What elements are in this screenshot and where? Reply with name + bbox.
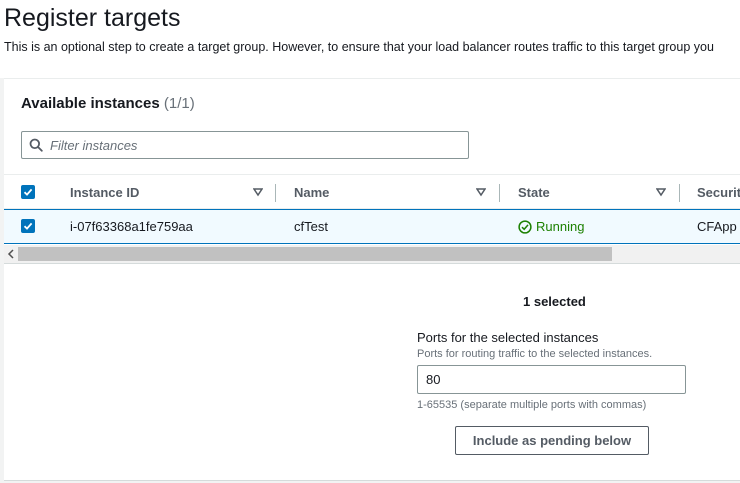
sort-down-icon[interactable] xyxy=(476,187,486,197)
column-header-security[interactable]: Security xyxy=(697,175,740,210)
security-cell: CFApp xyxy=(697,219,737,234)
scroll-left-button[interactable] xyxy=(4,245,18,263)
include-as-pending-button[interactable]: Include as pending below xyxy=(455,426,649,455)
sort-down-icon[interactable] xyxy=(253,187,263,197)
name-cell: cfTest xyxy=(294,219,328,234)
column-header-instance-id[interactable]: Instance ID xyxy=(70,175,139,210)
page: Register targets This is an optional ste… xyxy=(0,0,740,483)
available-instances-panel: Available instances (1/1) Instance ID Na… xyxy=(4,78,740,481)
row-checkbox[interactable] xyxy=(21,219,35,233)
ports-constraint-text: 1-65535 (separate multiple ports with co… xyxy=(417,399,647,411)
sort-down-icon[interactable] xyxy=(656,187,666,197)
page-description: This is an optional step to create a tar… xyxy=(4,40,714,54)
page-header: Register targets This is an optional ste… xyxy=(0,0,740,78)
column-divider[interactable] xyxy=(679,184,680,202)
checkmark-icon xyxy=(23,222,33,230)
filter-instances-field[interactable] xyxy=(21,131,469,159)
state-text: Running xyxy=(536,219,585,234)
column-header-name[interactable]: Name xyxy=(294,175,329,210)
column-divider[interactable] xyxy=(275,184,276,202)
status-running-icon xyxy=(518,219,532,234)
ports-input[interactable] xyxy=(417,365,686,394)
horizontal-scrollbar[interactable] xyxy=(4,245,740,264)
selected-count: 1 selected xyxy=(523,294,586,309)
checkmark-icon xyxy=(23,188,33,196)
column-header-state[interactable]: State xyxy=(518,175,550,210)
section-title-text: Available instances xyxy=(21,95,160,112)
column-divider[interactable] xyxy=(499,184,500,202)
page-title: Register targets xyxy=(4,4,181,32)
state-cell: Running xyxy=(518,210,584,243)
section-title: Available instances (1/1) xyxy=(21,95,195,112)
divider xyxy=(4,480,740,481)
scroll-left-icon xyxy=(7,249,14,259)
search-icon xyxy=(22,132,50,158)
table-header: Instance ID Name State Security xyxy=(4,174,740,209)
instances-table: Instance ID Name State Security i-07f633… xyxy=(4,174,740,244)
instance-id-cell: i-07f63368a1fe759aa xyxy=(70,219,193,234)
filter-instances-input[interactable] xyxy=(50,133,450,157)
ports-label: Ports for the selected instances xyxy=(417,330,599,345)
instance-count: (1/1) xyxy=(163,95,195,112)
table-row[interactable]: i-07f63368a1fe759aa cfTest Running CFApp xyxy=(4,209,740,244)
scrollbar-thumb[interactable] xyxy=(18,247,612,261)
ports-description: Ports for routing traffic to the selecte… xyxy=(417,348,653,360)
select-all-checkbox[interactable] xyxy=(21,185,35,199)
